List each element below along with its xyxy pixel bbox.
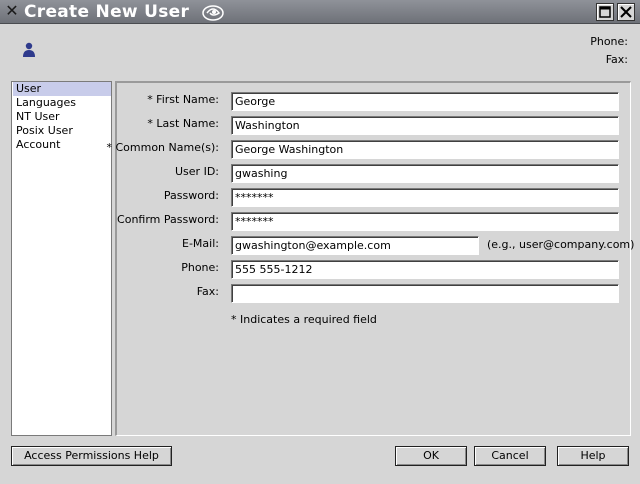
first-name-row: * First Name:	[117, 91, 630, 111]
first-name-label: * First Name:	[147, 93, 219, 106]
x-window-icon[interactable]: ✕	[3, 2, 21, 20]
header-phone-label: Phone:	[590, 35, 628, 48]
last-name-input[interactable]	[231, 116, 619, 135]
fax-input[interactable]	[231, 284, 619, 303]
phone-label: Phone:	[181, 261, 219, 274]
required-field-note: * Indicates a required field	[231, 313, 377, 326]
last-name-label: * Last Name:	[147, 117, 219, 130]
email-hint: (e.g., user@company.com)	[487, 238, 635, 251]
sidebar-item-user[interactable]: User	[13, 82, 111, 96]
help-button[interactable]: Help	[557, 446, 629, 466]
cancel-button[interactable]: Cancel	[474, 446, 546, 466]
user-icon	[23, 42, 35, 57]
window-title: Create New User	[24, 2, 190, 22]
maximize-button[interactable]	[596, 3, 614, 21]
header-fax-label: Fax:	[605, 53, 628, 66]
swirl-logo-icon	[202, 5, 224, 21]
close-button[interactable]	[617, 3, 635, 21]
confirm-password-label: Confirm Password:	[117, 213, 219, 226]
confirm-password-row: Confirm Password:	[117, 211, 630, 231]
fax-row: Fax:	[117, 283, 630, 303]
password-row: Password:	[117, 187, 630, 207]
email-row: E-Mail: (e.g., user@company.com)	[117, 235, 634, 255]
common-name-row: * Common Name(s):	[106, 139, 630, 159]
sidebar-item-posix-user[interactable]: Posix User	[13, 124, 111, 138]
title-bar[interactable]: ✕ Create New User	[0, 0, 640, 24]
password-input[interactable]	[231, 188, 619, 207]
user-id-input[interactable]	[231, 164, 619, 183]
user-id-label: User ID:	[175, 165, 219, 178]
sidebar-item-nt-user[interactable]: NT User	[13, 110, 111, 124]
common-name-input[interactable]	[231, 140, 619, 159]
confirm-password-input[interactable]	[231, 212, 619, 231]
fax-label: Fax:	[196, 285, 219, 298]
email-label: E-Mail:	[182, 237, 219, 250]
phone-row: Phone:	[117, 259, 630, 279]
sidebar-item-languages[interactable]: Languages	[13, 96, 111, 110]
common-name-label: * Common Name(s):	[106, 141, 219, 154]
close-icon	[620, 6, 632, 18]
first-name-input[interactable]	[231, 92, 619, 111]
email-input[interactable]	[231, 236, 479, 255]
sidebar: User Languages NT User Posix User Accoun…	[11, 81, 112, 436]
maximize-icon	[599, 6, 611, 18]
access-permissions-help-button[interactable]: Access Permissions Help	[11, 446, 172, 466]
password-label: Password:	[163, 189, 219, 202]
last-name-row: * Last Name:	[117, 115, 630, 135]
phone-input[interactable]	[231, 260, 619, 279]
ok-button[interactable]: OK	[395, 446, 467, 466]
user-id-row: User ID:	[117, 163, 630, 183]
user-form-panel: * First Name: * Last Name: * Common Name…	[106, 81, 634, 436]
sidebar-item-account[interactable]: Account	[13, 138, 111, 152]
